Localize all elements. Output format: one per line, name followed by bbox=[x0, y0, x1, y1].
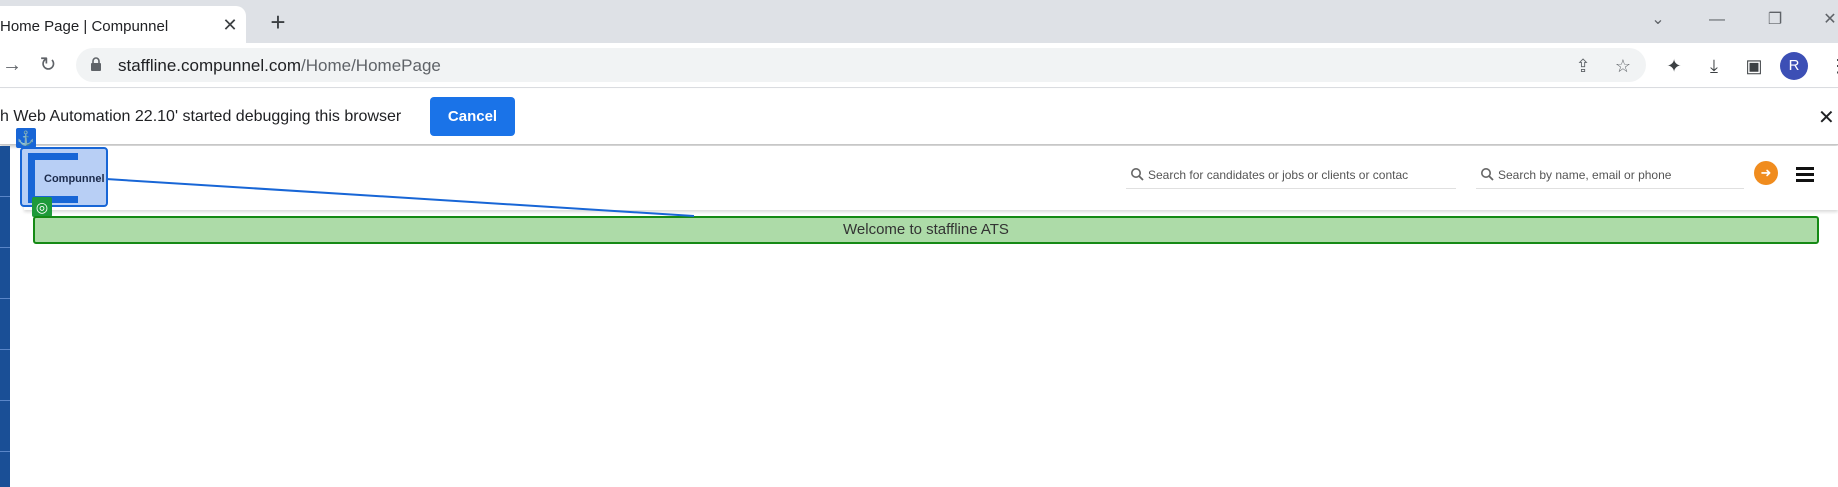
search-input[interactable] bbox=[1148, 163, 1408, 187]
lock-icon bbox=[91, 57, 101, 71]
welcome-banner: Welcome to staffline ATS bbox=[33, 216, 1819, 244]
cancel-button[interactable]: Cancel bbox=[430, 97, 515, 136]
minimize-icon[interactable]: — bbox=[1702, 8, 1732, 32]
puzzle-icon[interactable]: ✦ bbox=[1662, 54, 1686, 78]
address-bar[interactable]: staffline.compunnel.com/Home/HomePage ⇪ … bbox=[76, 48, 1646, 82]
avatar[interactable]: R bbox=[1780, 52, 1808, 80]
window-close-icon[interactable]: ✕ bbox=[1815, 8, 1838, 32]
app-header: Compunnel ⚓ ◎ ➜ bbox=[16, 128, 1838, 217]
hamburger-icon[interactable] bbox=[1796, 167, 1814, 183]
reload-icon[interactable]: ↻ bbox=[36, 53, 60, 77]
star-icon[interactable]: ☆ bbox=[1612, 55, 1634, 77]
plus-icon[interactable]: + bbox=[265, 9, 291, 35]
logo[interactable]: Compunnel ⚓ ◎ bbox=[16, 128, 108, 217]
target-icon: ◎ bbox=[32, 197, 52, 217]
side-strip bbox=[0, 146, 10, 487]
close-icon[interactable]: ✕ bbox=[1818, 105, 1835, 130]
logo-mark-tip bbox=[66, 153, 78, 160]
forward-icon[interactable]: → bbox=[0, 53, 24, 77]
share-icon[interactable]: ⇪ bbox=[1572, 55, 1594, 77]
download-icon[interactable]: ⤓ bbox=[1702, 54, 1726, 78]
global-search bbox=[1126, 163, 1456, 189]
contact-search bbox=[1476, 163, 1758, 189]
logo-text: Compunnel bbox=[44, 173, 105, 185]
side-panel-icon[interactable]: ▣ bbox=[1742, 54, 1766, 78]
search-icon bbox=[1481, 168, 1494, 181]
debug-infobar: h Web Automation 22.10' started debuggin… bbox=[0, 89, 1838, 145]
contact-search-input[interactable] bbox=[1498, 163, 1758, 187]
infobar-message: h Web Automation 22.10' started debuggin… bbox=[0, 108, 402, 125]
restore-icon[interactable]: ❐ bbox=[1760, 8, 1790, 32]
browser-toolbar: → ↻ staffline.compunnel.com/Home/HomePag… bbox=[0, 43, 1838, 88]
tab-title: Home Page | Compunnel bbox=[0, 18, 169, 35]
page-content: Compunnel ⚓ ◎ ➜ Welcome to staffline ATS bbox=[16, 128, 1838, 487]
url-text: staffline.compunnel.com/Home/HomePage bbox=[118, 56, 441, 75]
browser-tab[interactable]: Home Page | Compunnel ✕ bbox=[0, 6, 246, 43]
close-icon[interactable]: ✕ bbox=[219, 14, 241, 36]
chevron-down-icon[interactable]: ⌄ bbox=[1643, 8, 1673, 32]
more-icon[interactable]: ⋮ bbox=[1826, 54, 1838, 78]
search-icon bbox=[1131, 168, 1144, 181]
browser-tabstrip: Home Page | Compunnel ✕ + ⌄ — ❐ ✕ bbox=[0, 0, 1838, 43]
sign-out-icon[interactable]: ➜ bbox=[1754, 161, 1778, 185]
anchor-icon: ⚓ bbox=[16, 128, 36, 148]
